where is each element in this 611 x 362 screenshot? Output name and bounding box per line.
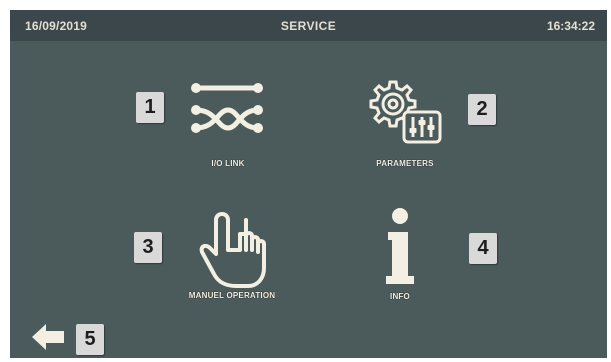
io-link-label: I/O LINK bbox=[211, 159, 245, 168]
info-icon bbox=[386, 208, 414, 284]
badge-2: 2 bbox=[468, 94, 496, 125]
back-button[interactable] bbox=[30, 322, 66, 357]
time-display: 16:34:22 bbox=[546, 19, 595, 33]
top-bar: 16/09/2019 SERVICE 16:34:22 bbox=[10, 10, 607, 41]
parameters-label: PARAMETERS bbox=[376, 159, 434, 168]
hand-pointer-icon bbox=[199, 212, 266, 288]
arrow-left-icon bbox=[32, 324, 64, 350]
info-button[interactable]: INFO bbox=[370, 206, 430, 306]
io-link-icon bbox=[191, 83, 263, 133]
io-link-button[interactable]: I/O LINK bbox=[188, 76, 268, 176]
badge-3: 3 bbox=[134, 232, 162, 263]
manual-operation-button[interactable]: MANUEL OPERATION bbox=[189, 208, 275, 308]
badge-4: 4 bbox=[469, 233, 497, 264]
info-label: INFO bbox=[390, 292, 410, 301]
manual-operation-label: MANUEL OPERATION bbox=[188, 291, 276, 300]
page-title: SERVICE bbox=[280, 19, 337, 33]
badge-1: 1 bbox=[136, 92, 164, 123]
badge-5: 5 bbox=[76, 324, 104, 355]
parameters-icon bbox=[369, 80, 442, 144]
service-screen: 16/09/2019 SERVICE 16:34:22 I/O LINK 1 P… bbox=[10, 10, 607, 358]
parameters-button[interactable]: PARAMETERS bbox=[360, 74, 450, 176]
